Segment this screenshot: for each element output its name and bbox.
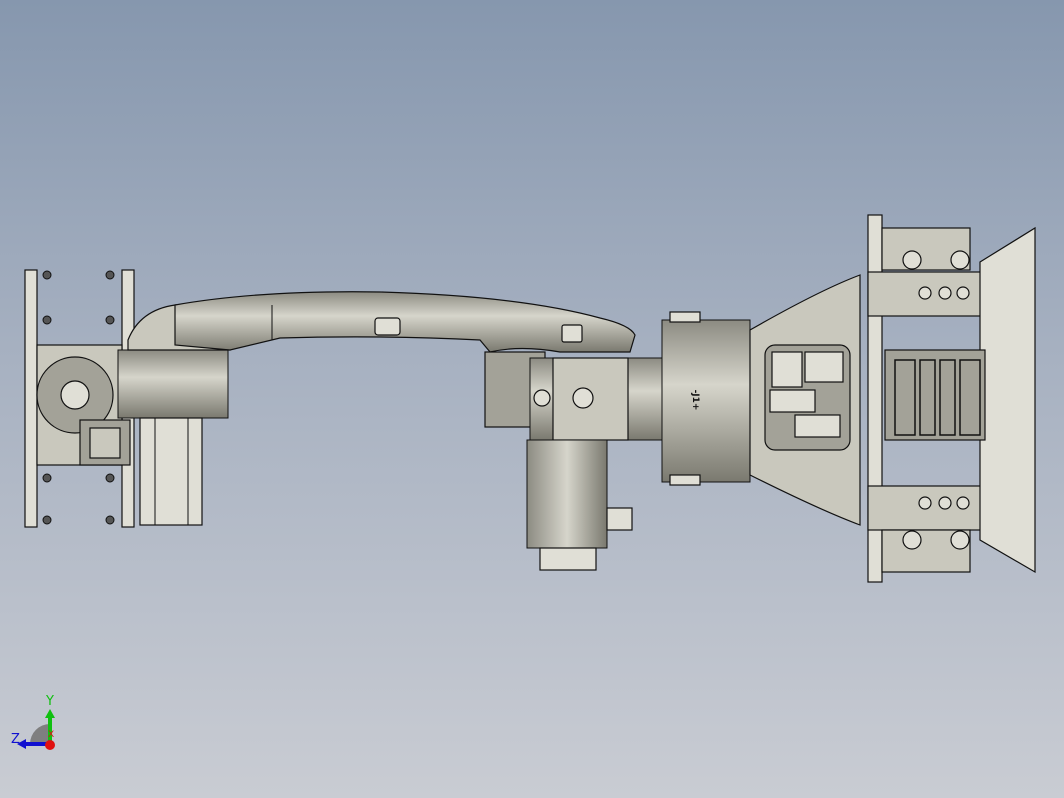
j1-label: -J1+	[690, 390, 700, 411]
coordinate-triad[interactable]: Y Z X	[8, 694, 78, 756]
base-mounting-frame	[867, 214, 1036, 583]
j1-rotary-joint: -J1+	[661, 311, 751, 486]
cad-viewport[interactable]: -J1+	[0, 0, 1064, 798]
triad-axes-icon	[17, 709, 55, 750]
z-axis-label: Z	[11, 732, 20, 747]
robot-base	[749, 274, 861, 526]
elbow-motor	[484, 351, 666, 571]
upper-arm	[174, 291, 636, 353]
x-axis-label: X	[48, 730, 55, 740]
y-axis-label: Y	[46, 694, 54, 709]
